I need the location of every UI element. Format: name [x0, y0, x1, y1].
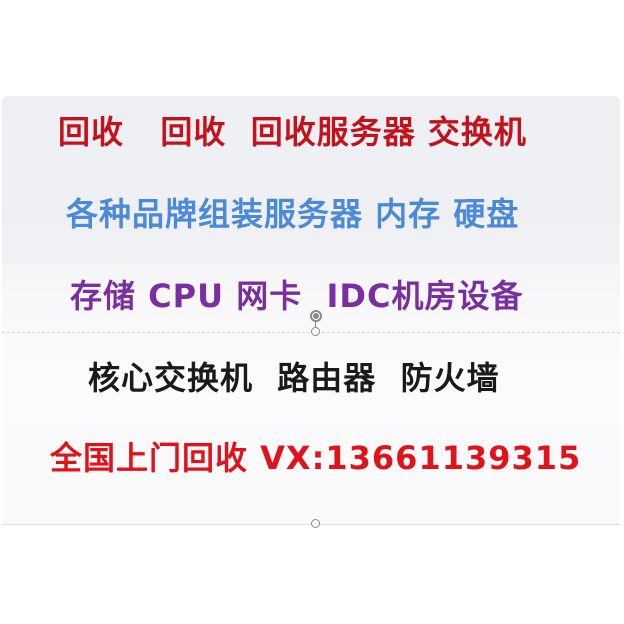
rotate-handle-dot: [313, 313, 319, 319]
line-server-brands: 各种品牌组装服务器 内存 硬盘: [66, 195, 520, 233]
headline-recycle: 回收 回收 回收服务器 交换机: [58, 113, 527, 151]
line-contact: 全国上门回收 VX:13661139315: [50, 439, 582, 477]
ad-canvas: 回收 回收 回收服务器 交换机 各种品牌组装服务器 内存 硬盘 存储 CPU 网…: [0, 0, 624, 624]
resize-handle-bottom-icon[interactable]: [311, 519, 320, 528]
resize-handle-icon[interactable]: [311, 327, 320, 336]
line-network-gear: 核心交换机 路由器 防火墙: [88, 359, 500, 397]
line-storage-cpu: 存储 CPU 网卡 IDC机房设备: [70, 277, 524, 315]
